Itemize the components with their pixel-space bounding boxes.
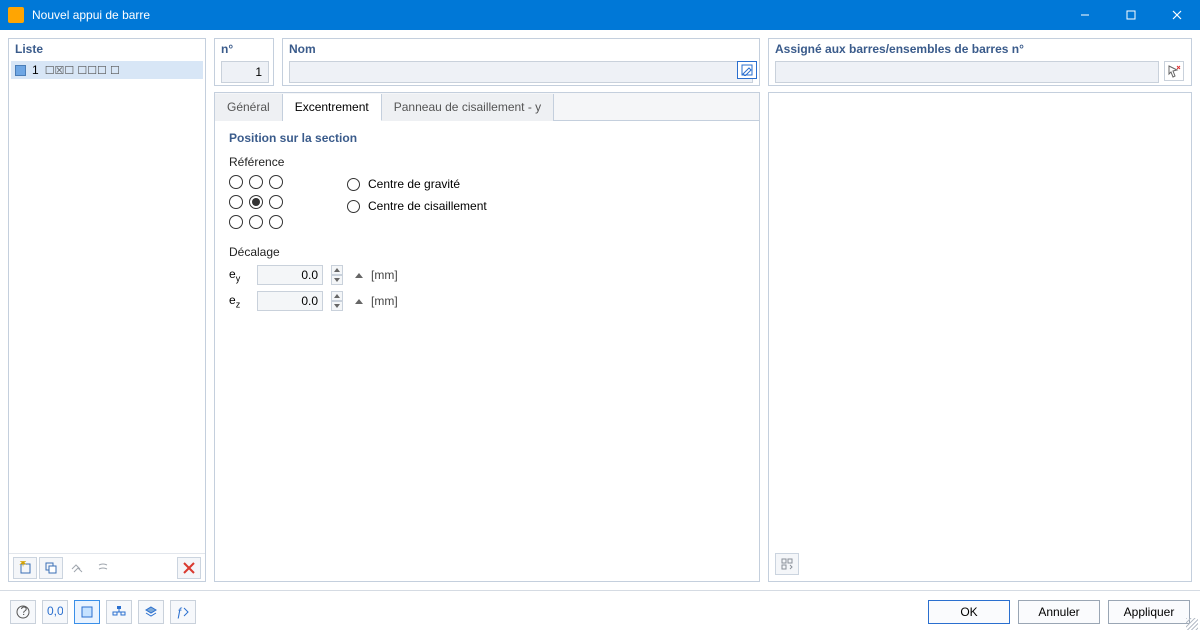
name-label: Nom [283,39,759,59]
ey-spinner[interactable] [331,265,343,285]
help-icon: ? [16,605,30,619]
ez-input[interactable] [257,291,323,311]
pos-cell-2-2[interactable] [269,215,283,229]
pos-cell-2-1[interactable] [249,215,263,229]
apply-button[interactable]: Appliquer [1108,600,1190,624]
edit-name-button[interactable] [737,61,757,79]
pick-members-button[interactable] [1164,61,1184,81]
cursor-icon [1167,64,1181,78]
radio-centre-cisaillement[interactable]: Centre de cisaillement [347,199,487,213]
tab-panneau[interactable]: Panneau de cisaillement - y [382,94,554,121]
pos-cell-0-0[interactable] [229,175,243,189]
radio-centre-gravite[interactable]: Centre de gravité [347,177,487,191]
cancel-button[interactable]: Annuler [1018,600,1100,624]
assign-label: Assigné aux barres/ensembles de barres n… [769,39,1191,59]
app-icon [8,7,24,23]
ok-button[interactable]: OK [928,600,1010,624]
ez-label: ez [229,293,249,309]
pos-cell-2-0[interactable] [229,215,243,229]
units-button[interactable]: 0,00 [42,600,68,624]
ey-arrow-icon[interactable] [355,273,363,278]
preview-panel [768,92,1192,582]
view-mode-3-button[interactable] [138,600,164,624]
view-mode-1-button[interactable] [74,600,100,624]
section-title: Position sur la section [229,131,745,145]
list-item-indicator [15,65,26,76]
view-mode-2-button[interactable] [106,600,132,624]
svg-text:ƒ: ƒ [176,605,183,619]
assign-input[interactable] [775,61,1159,83]
toolbar-button-3[interactable] [65,557,89,579]
delete-item-button[interactable] [177,557,201,579]
ez-spinner[interactable] [331,291,343,311]
svg-text:0,00: 0,00 [47,605,63,618]
tree-icon [112,605,126,619]
pos-cell-0-2[interactable] [269,175,283,189]
radio-icon [347,178,360,191]
new-item-button[interactable]: ✶ [13,557,37,579]
centre-cisaillement-label: Centre de cisaillement [368,199,487,213]
tab-general[interactable]: Général [215,94,283,121]
copy-item-button[interactable] [39,557,63,579]
centre-gravite-label: Centre de gravité [368,177,460,191]
pencil-icon [741,64,753,76]
layers-icon [144,605,158,619]
svg-text:?: ? [21,605,28,618]
position-grid[interactable] [229,175,287,233]
pos-cell-0-1[interactable] [249,175,263,189]
tab-excentrement[interactable]: Excentrement [283,94,382,121]
number-input[interactable] [221,61,269,83]
list-header: Liste [9,39,205,59]
script-button[interactable]: ƒ [170,600,196,624]
preview-settings-button[interactable] [775,553,799,575]
ey-input[interactable] [257,265,323,285]
square-icon [80,605,94,619]
maximize-button[interactable] [1108,0,1154,30]
close-button[interactable] [1154,0,1200,30]
list-item[interactable]: 1 ☐☒☐ ☐☐☐ ☐ [11,61,203,79]
minimize-button[interactable] [1062,0,1108,30]
name-panel: Nom [282,38,760,86]
assign-panel: Assigné aux barres/ensembles de barres n… [768,38,1192,86]
pos-cell-1-2[interactable] [269,195,283,209]
toolbar-button-4[interactable] [91,557,115,579]
pos-cell-1-1[interactable] [249,195,263,209]
help-button[interactable]: ? [10,600,36,624]
number-label: n° [215,39,273,59]
main-panel: Général Excentrement Panneau de cisaille… [214,92,760,582]
ez-arrow-icon[interactable] [355,299,363,304]
pos-cell-1-0[interactable] [229,195,243,209]
svg-text:✶: ✶ [18,561,28,570]
window-title: Nouvel appui de barre [32,8,1062,22]
preview-icon [780,557,794,571]
decimals-icon: 0,00 [47,605,63,619]
tab-bar: Général Excentrement Panneau de cisaille… [215,93,759,121]
list-item-number: 1 [32,63,39,77]
resize-grip[interactable] [1186,618,1198,630]
list-item-glyphs: ☐☒☐ ☐☐☐ ☐ [45,64,120,77]
ey-unit: [mm] [371,268,398,282]
titlebar: Nouvel appui de barre [0,0,1200,30]
radio-icon [347,200,360,213]
list-panel: Liste 1 ☐☒☐ ☐☐☐ ☐ ✶ [8,38,206,582]
ez-unit: [mm] [371,294,398,308]
ey-label: ey [229,267,249,283]
number-panel: n° [214,38,274,86]
reference-label: Référence [229,155,745,169]
script-icon: ƒ [176,605,190,619]
dialog-footer: ? 0,00 ƒ OK Annuler Appliquer [0,590,1200,632]
decalage-label: Décalage [229,245,745,259]
name-input[interactable] [289,61,753,83]
